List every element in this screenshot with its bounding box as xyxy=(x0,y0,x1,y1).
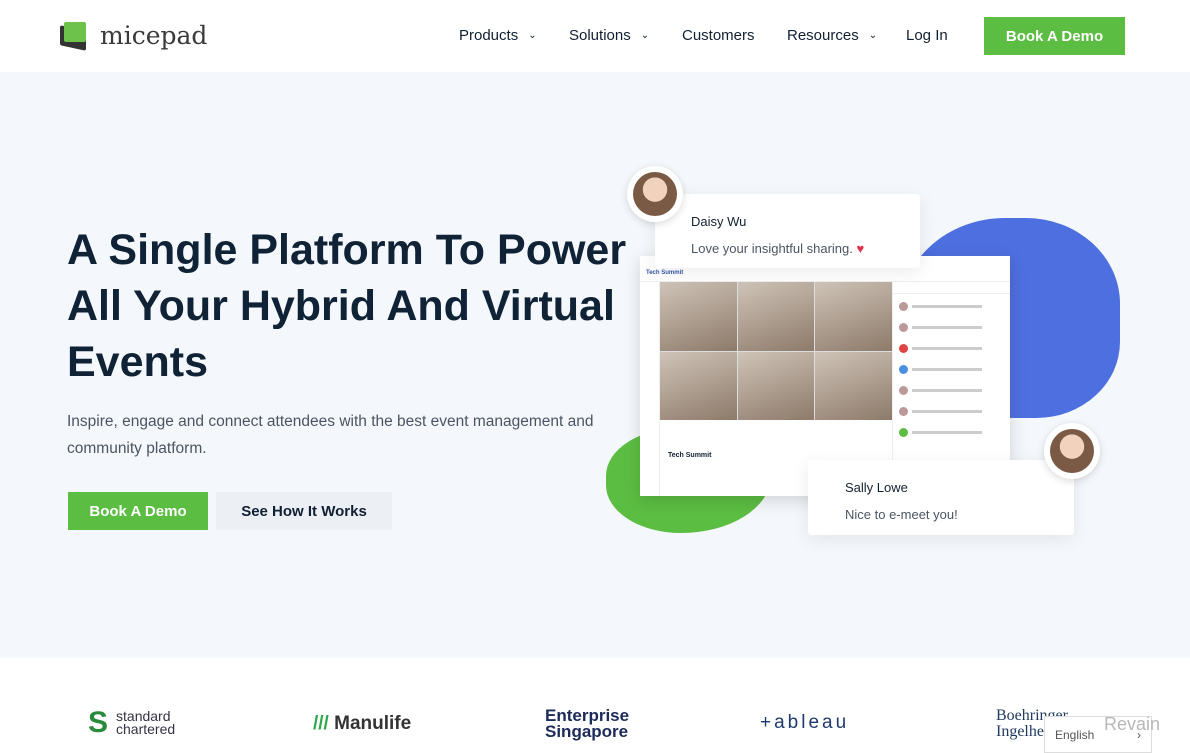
logo-standard-chartered: Sstandard chartered xyxy=(88,706,186,740)
video-tile xyxy=(815,282,892,351)
logo-text: Manulife xyxy=(334,713,412,734)
chevron-down-icon: ⌄ xyxy=(868,30,878,41)
nav-label: Resources xyxy=(787,27,859,44)
avatar-daisy xyxy=(627,166,683,222)
nav-label: Customers xyxy=(682,27,755,44)
heart-icon: ♥ xyxy=(856,241,865,256)
micepad-logo-icon xyxy=(58,20,92,51)
brand-name: micepad xyxy=(100,20,208,50)
language-selector[interactable]: English › xyxy=(1044,716,1152,753)
language-label: English xyxy=(1055,727,1095,742)
manulife-icon: /// xyxy=(313,713,329,734)
nav-solutions[interactable]: Solutions ⌄ xyxy=(569,27,649,44)
nav-label: Log In xyxy=(906,27,948,44)
chat-name: Daisy Wu xyxy=(691,214,747,229)
logo-text: standard chartered xyxy=(116,708,176,737)
book-demo-nav-button[interactable]: Book A Demo xyxy=(984,17,1125,55)
standard-chartered-icon: S xyxy=(88,706,109,739)
customer-logos: Sstandard chartered /// Manulife Enterpr… xyxy=(0,658,1190,753)
brand-logo[interactable]: micepad xyxy=(58,20,208,51)
chevron-down-icon: ⌄ xyxy=(528,30,537,41)
chat-card-daisy: Daisy Wu Love your insightful sharing. ♥ xyxy=(655,194,920,268)
chat-message: Love your insightful sharing. xyxy=(691,241,853,256)
see-how-it-works-button[interactable]: See How It Works xyxy=(216,492,392,530)
nav-customers[interactable]: Customers xyxy=(682,27,755,44)
nav-label: Solutions xyxy=(569,27,631,44)
event-title: Tech Summit xyxy=(668,452,712,459)
hero-subtitle: Inspire, engage and connect attendees wi… xyxy=(67,413,594,457)
nav-resources[interactable]: Resources ⌄ xyxy=(787,27,877,44)
video-grid xyxy=(660,282,892,420)
top-nav: micepad Products ⌄ Solutions ⌄ Customers R… xyxy=(0,0,1190,72)
video-tile xyxy=(815,351,892,420)
video-tile xyxy=(737,351,815,420)
video-tile xyxy=(660,351,737,420)
hero-title: A Single Platform To Power All Your Hybr… xyxy=(67,226,627,386)
chat-message: Nice to e-meet you! xyxy=(845,507,958,522)
avatar-sally xyxy=(1044,423,1100,479)
nav-products[interactable]: Products ⌄ xyxy=(459,27,537,44)
logo-enterprise-singapore: Enterprise Singapore xyxy=(545,706,630,741)
app-sidebar xyxy=(640,282,660,496)
logo-manulife: /// Manulife xyxy=(313,713,411,735)
nav-login[interactable]: Log In xyxy=(906,27,948,44)
book-demo-button[interactable]: Book A Demo xyxy=(68,492,208,530)
chevron-down-icon: ⌄ xyxy=(640,30,650,41)
video-tile xyxy=(737,282,815,351)
nav-label: Products xyxy=(459,27,519,44)
chat-card-sally: Sally Lowe Nice to e-meet you! xyxy=(808,460,1074,535)
chat-name: Sally Lowe xyxy=(845,480,908,495)
video-tile xyxy=(660,282,737,351)
chevron-right-icon: › xyxy=(1137,727,1141,742)
logo-tableau: +ableau xyxy=(760,712,850,733)
